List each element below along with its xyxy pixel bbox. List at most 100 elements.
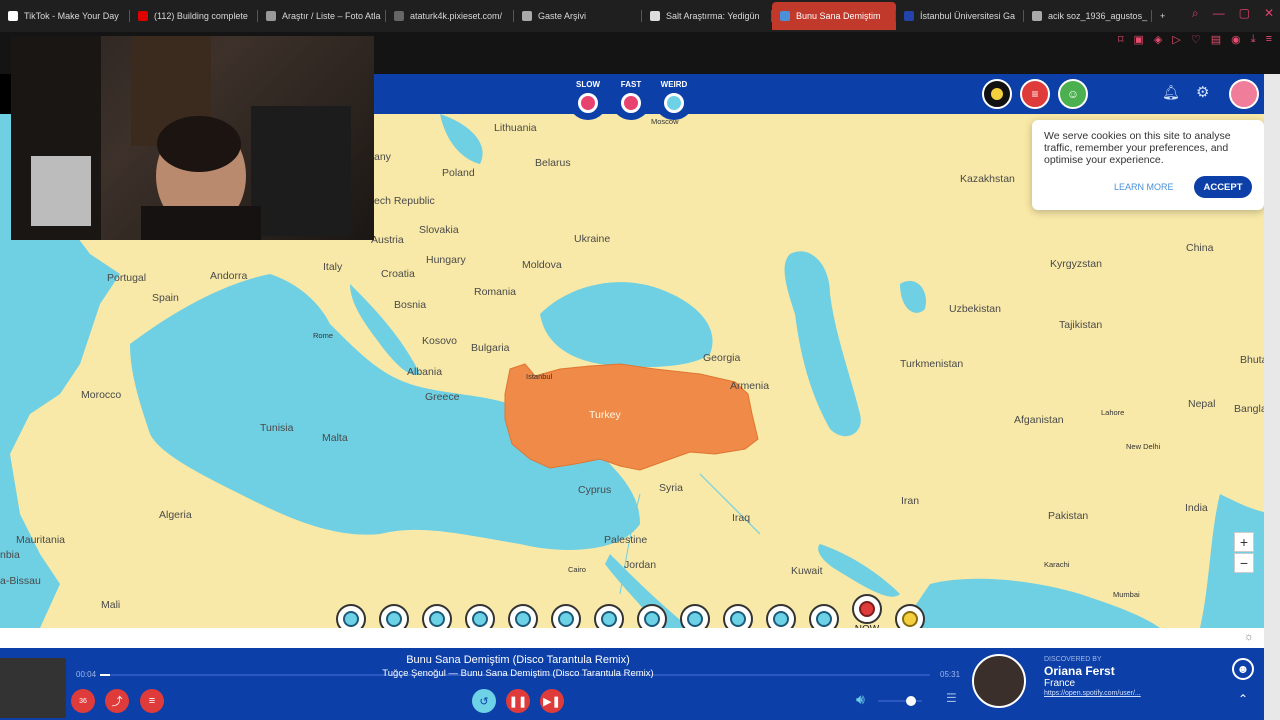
pause-button[interactable]: ❚❚ <box>506 689 530 713</box>
extension-icon[interactable]: ▤ <box>1211 33 1221 46</box>
country-label[interactable]: nbia <box>0 549 20 561</box>
screenshot-icon[interactable]: ▣ <box>1133 33 1143 46</box>
city-label[interactable]: Lahore <box>1101 408 1124 417</box>
country-label[interactable]: Turkmenistan <box>900 358 963 370</box>
brightness-icon[interactable]: ☼ <box>1244 631 1254 643</box>
country-label[interactable]: Uzbekistan <box>949 303 1001 315</box>
user-icon[interactable]: ☻ <box>1232 658 1254 680</box>
country-label[interactable]: Tajikistan <box>1059 319 1102 331</box>
country-label[interactable]: Kuwait <box>791 565 823 577</box>
video-thumbnail[interactable] <box>0 658 66 718</box>
country-label[interactable]: Spain <box>152 292 179 304</box>
country-label[interactable]: Bosnia <box>394 299 426 311</box>
volume-slider[interactable] <box>878 696 922 706</box>
mode-icon-1[interactable] <box>982 79 1012 109</box>
city-label[interactable]: Istanbul <box>526 372 552 381</box>
country-label[interactable]: Palestine <box>604 534 647 546</box>
country-label[interactable]: Hungary <box>426 254 466 266</box>
zoom-in-button[interactable]: + <box>1234 532 1254 552</box>
minimize-icon[interactable]: — <box>1213 6 1225 21</box>
browser-tab[interactable]: Gaste Arşivi <box>514 2 642 30</box>
accept-button[interactable]: ACCEPT <box>1194 176 1252 198</box>
country-label[interactable]: Italy <box>323 261 342 273</box>
country-label[interactable]: Kyrgyzstan <box>1050 258 1102 270</box>
zoom-out-button[interactable]: − <box>1234 553 1254 573</box>
country-label[interactable]: Greece <box>425 391 459 403</box>
new-tab-button[interactable]: + <box>1152 2 1176 30</box>
country-label[interactable]: Poland <box>442 167 475 179</box>
country-label[interactable]: Ukraine <box>574 233 610 245</box>
browser-tab[interactable]: ataturk4k.pixieset.com/ <box>386 2 514 30</box>
country-label[interactable]: Pakistan <box>1048 510 1088 522</box>
close-icon[interactable]: ✕ <box>1264 6 1274 21</box>
country-label[interactable]: Jordan <box>624 559 656 571</box>
country-label[interactable]: Armenia <box>730 380 769 392</box>
country-label[interactable]: Romania <box>474 286 516 298</box>
smile-icon[interactable]: ☺ <box>1058 79 1088 109</box>
discoverer-name[interactable]: Oriana Ferst <box>1044 664 1115 678</box>
scrollbar[interactable] <box>1264 74 1280 720</box>
browser-tab[interactable]: İstanbul Üniversitesi Ga <box>896 2 1024 30</box>
browser-tab[interactable]: acik soz_1936_agustos_ <box>1024 2 1152 30</box>
download-icon[interactable]: ⤓ <box>1251 33 1256 46</box>
country-label[interactable]: Mauritania <box>16 534 65 546</box>
country-label[interactable]: Iraq <box>732 512 750 524</box>
volume-knob[interactable] <box>906 696 916 706</box>
city-label[interactable]: New Delhi <box>1126 442 1160 451</box>
country-label[interactable]: Bulgaria <box>471 342 510 354</box>
like-button[interactable]: 36 <box>71 689 95 713</box>
city-label[interactable]: Cairo <box>568 565 586 574</box>
menu-icon[interactable]: ≡ <box>1266 33 1272 46</box>
country-label[interactable]: Kazakhstan <box>960 173 1015 185</box>
country-label[interactable]: Lithuania <box>494 122 537 134</box>
search-tabs-icon[interactable]: ⌕ <box>1192 6 1199 21</box>
bookmark-icon[interactable]: ⌑ <box>1118 33 1124 46</box>
browser-tab[interactable]: Araştır / Liste – Foto Atla <box>258 2 386 30</box>
country-label[interactable]: Nepal <box>1188 398 1215 410</box>
play-icon[interactable]: ▷ <box>1172 33 1180 46</box>
learn-more-link[interactable]: LEARN MORE <box>1114 182 1174 192</box>
speed-mode-slow[interactable]: SLOW <box>568 74 608 120</box>
country-label[interactable]: Belarus <box>535 157 571 169</box>
add-to-playlist-button[interactable]: ≡ <box>140 689 164 713</box>
country-label[interactable]: Cyprus <box>578 484 611 496</box>
discoverer-avatar[interactable] <box>972 654 1026 708</box>
history-button[interactable]: ↺ <box>472 689 496 713</box>
bell-icon[interactable]: 🔔︎ <box>1162 84 1180 101</box>
country-label[interactable]: Tunisia <box>260 422 293 434</box>
discoverer-link[interactable]: https://open.spotify.com/user/... <box>1044 690 1141 697</box>
country-label[interactable]: a-Bissau <box>0 575 41 587</box>
next-button[interactable]: ▶❚ <box>540 689 564 713</box>
country-label[interactable]: Mali <box>101 599 120 611</box>
maximize-icon[interactable]: ▢ <box>1239 6 1250 21</box>
country-label[interactable]: India <box>1185 502 1208 514</box>
city-label[interactable]: Mumbai <box>1113 590 1140 599</box>
playlist-icon[interactable]: ≡ <box>1020 79 1050 109</box>
selected-country-label[interactable]: Turkey <box>589 409 621 421</box>
heart-icon[interactable]: ♡ <box>1191 33 1201 46</box>
city-label[interactable]: Karachi <box>1044 560 1069 569</box>
profile-icon[interactable]: ◉ <box>1231 33 1241 46</box>
volume-icon[interactable]: 🔊︎ <box>856 691 865 708</box>
country-label[interactable]: Iran <box>901 495 919 507</box>
country-label[interactable]: Andorra <box>210 270 247 282</box>
country-label[interactable]: Malta <box>322 432 348 444</box>
share-button[interactable]: ⤴ <box>105 689 129 713</box>
gear-icon[interactable]: ⚙ <box>1196 83 1209 101</box>
country-label[interactable]: Albania <box>407 366 442 378</box>
country-label[interactable]: Slovakia <box>419 224 459 236</box>
country-label[interactable]: Afganistan <box>1014 414 1064 426</box>
browser-tab[interactable]: Salt Araştırma: Yedigün <box>642 2 772 30</box>
country-label[interactable]: Kosovo <box>422 335 457 347</box>
avatar[interactable] <box>1229 79 1259 109</box>
browser-tab[interactable]: Bunu Sana Demiştim <box>772 2 896 30</box>
speed-mode-weird[interactable]: WEIRD <box>654 74 694 120</box>
browser-tab[interactable]: (112) Building complete <box>130 2 258 30</box>
country-label[interactable]: Moldova <box>522 259 562 271</box>
country-label[interactable]: Syria <box>659 482 683 494</box>
country-label[interactable]: Morocco <box>81 389 121 401</box>
country-label[interactable]: China <box>1186 242 1213 254</box>
country-label[interactable]: any <box>374 151 391 163</box>
country-label[interactable]: Algeria <box>159 509 192 521</box>
country-label[interactable]: Georgia <box>703 352 740 364</box>
